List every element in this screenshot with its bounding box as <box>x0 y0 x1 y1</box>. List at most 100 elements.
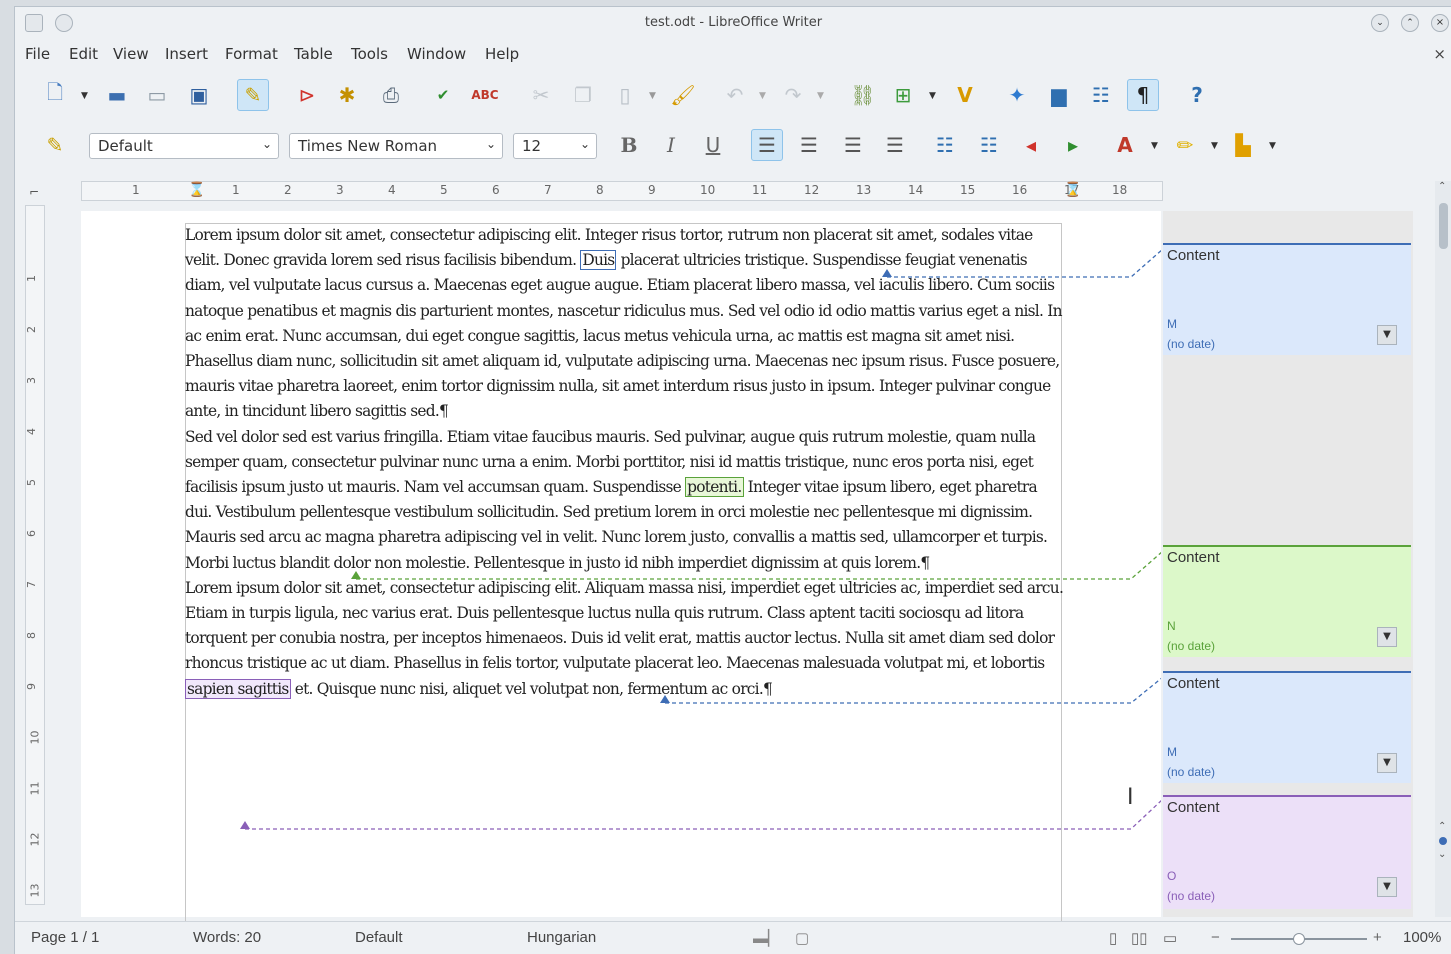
decrease-indent-icon[interactable]: ◂ <box>1015 129 1047 161</box>
background-dropdown-icon[interactable]: ▼ <box>1269 141 1276 151</box>
align-left-icon[interactable]: ☰ <box>751 129 783 161</box>
align-right-icon[interactable]: ☰ <box>837 129 869 161</box>
save-icon[interactable]: ▭ <box>141 79 173 111</box>
navigator-icon[interactable]: ✦ <box>1001 79 1033 111</box>
comment-text[interactable]: Content <box>1167 675 1220 692</box>
bold-icon[interactable]: B <box>613 129 645 161</box>
data-sources-icon[interactable]: ☷ <box>1085 79 1117 111</box>
numbering-icon[interactable]: ☷ <box>929 129 961 161</box>
document-canvas[interactable]: Lorem ipsum dolor sit amet, consectetur … <box>81 211 1161 924</box>
comment-anchor[interactable]: potenti. <box>685 477 744 498</box>
zoom-out-icon[interactable]: − <box>1211 929 1220 946</box>
comment-text[interactable]: Content <box>1167 247 1220 264</box>
paragraph[interactable]: Lorem ipsum dolor sit amet, consectetur … <box>185 223 1065 425</box>
export-icon[interactable]: ▣ <box>183 79 215 111</box>
font-color-icon[interactable]: A <box>1109 129 1141 161</box>
export-pdf-icon[interactable]: ⊳ <box>291 79 323 111</box>
comment-menu-button[interactable]: ▼ <box>1377 325 1397 345</box>
minimize-icon[interactable]: ⌄ <box>1371 14 1389 32</box>
menu-table[interactable]: Table <box>294 45 333 63</box>
zoom-slider[interactable] <box>1231 933 1367 945</box>
language[interactable]: Hungarian <box>527 929 596 946</box>
comment-note[interactable]: Content M (no date) ▼ <box>1163 671 1411 783</box>
table-dropdown-icon[interactable]: ▼ <box>929 91 936 101</box>
paragraph[interactable]: Lorem ipsum dolor sit amet, consectetur … <box>185 576 1065 702</box>
zoom-in-icon[interactable]: + <box>1373 929 1382 946</box>
font-name-combo[interactable]: Times New Roman ⌄ <box>289 133 503 159</box>
edit-mode-icon[interactable]: ✎ <box>237 79 269 111</box>
selection-mode-icon[interactable]: ▢ <box>795 929 809 947</box>
zoom-slider-thumb[interactable] <box>1293 933 1305 945</box>
close-document-icon[interactable]: × <box>1433 45 1446 63</box>
paragraph[interactable]: Sed vel dolor sed est varius fringilla. … <box>185 425 1065 576</box>
menu-format[interactable]: Format <box>225 45 278 63</box>
word-count[interactable]: Words: 20 <box>193 929 261 946</box>
vertical-scrollbar[interactable]: ⌃ ⌃ ⌄ <box>1435 181 1451 917</box>
bullets-icon[interactable]: ☷ <box>973 129 1005 161</box>
new-dropdown-icon[interactable]: ▼ <box>81 91 88 101</box>
scroll-up-icon[interactable]: ⌃ <box>1438 181 1446 192</box>
spellcheck-icon[interactable]: ✔ <box>427 79 459 111</box>
paste-dropdown-icon[interactable]: ▼ <box>649 91 656 101</box>
new-document-icon[interactable]: 🗋 <box>39 79 71 111</box>
insert-table-icon[interactable]: ⊞ <box>887 79 919 111</box>
font-size-combo[interactable]: 12 ⌄ <box>513 133 597 159</box>
justify-icon[interactable]: ☰ <box>879 129 911 161</box>
comment-text[interactable]: Content <box>1167 799 1220 816</box>
menu-file[interactable]: File <box>25 45 50 63</box>
font-color-dropdown-icon[interactable]: ▼ <box>1151 141 1158 151</box>
comment-menu-button[interactable]: ▼ <box>1377 753 1397 773</box>
multi-page-view-icon[interactable]: ▯▯ <box>1131 929 1148 947</box>
show-draw-functions-icon[interactable]: V <box>949 79 981 111</box>
page-style[interactable]: Default <box>355 929 403 946</box>
highlighting-icon[interactable]: ✏ <box>1169 129 1201 161</box>
indent-marker-icon[interactable]: ⌛ <box>188 182 205 198</box>
help-icon[interactable]: ? <box>1181 79 1213 111</box>
clone-formatting-icon[interactable]: 🖌 <box>667 79 699 111</box>
comment-menu-button[interactable]: ▼ <box>1377 877 1397 897</box>
scrollbar-thumb[interactable] <box>1439 203 1448 249</box>
comment-menu-button[interactable]: ▼ <box>1377 627 1397 647</box>
prev-page-icon[interactable]: ⌃ <box>1438 821 1446 832</box>
formatting-marks-icon[interactable]: ¶ <box>1127 79 1159 111</box>
print-direct-icon[interactable]: ✱ <box>331 79 363 111</box>
underline-icon[interactable]: U <box>697 129 729 161</box>
print-preview-icon[interactable]: ⎙ <box>375 79 407 111</box>
maximize-icon[interactable]: ⌃ <box>1401 14 1419 32</box>
highlighting-dropdown-icon[interactable]: ▼ <box>1211 141 1218 151</box>
chevron-down-icon[interactable]: ⌄ <box>486 137 496 151</box>
increase-indent-icon[interactable]: ▸ <box>1057 129 1089 161</box>
menu-edit[interactable]: Edit <box>69 45 98 63</box>
redo-dropdown-icon[interactable]: ▼ <box>817 91 824 101</box>
comment-note[interactable]: Content M (no date) ▼ <box>1163 243 1411 355</box>
single-page-view-icon[interactable]: ▯ <box>1109 929 1117 947</box>
book-view-icon[interactable]: ▭ <box>1163 929 1177 947</box>
open-icon[interactable]: ▬ <box>101 79 133 111</box>
autospell-icon[interactable]: ABC <box>469 79 501 111</box>
menu-tools[interactable]: Tools <box>351 45 388 63</box>
undo-dropdown-icon[interactable]: ▼ <box>759 91 766 101</box>
navigation-icon[interactable] <box>1439 837 1447 845</box>
indent-marker-icon[interactable]: ⌛ <box>1064 182 1081 198</box>
styles-icon[interactable]: ✎ <box>39 129 71 161</box>
copy-icon[interactable]: ❐ <box>567 79 599 111</box>
undo-icon[interactable]: ↶ <box>719 79 751 111</box>
paragraph-style-combo[interactable]: Default ⌄ <box>89 133 279 159</box>
background-color-icon[interactable]: ▙ <box>1227 129 1259 161</box>
menu-window[interactable]: Window <box>407 45 466 63</box>
close-icon[interactable]: × <box>1431 14 1449 32</box>
comment-note[interactable]: Content O (no date) ▼ <box>1163 795 1411 909</box>
paste-icon[interactable]: ▯ <box>609 79 641 111</box>
italic-icon[interactable]: I <box>655 129 687 161</box>
hyperlink-icon[interactable]: ⛓ <box>847 79 879 111</box>
ruler-corner-icon[interactable]: ⌐ <box>29 185 39 199</box>
horizontal-ruler[interactable]: 1 1 2 3 4 5 6 7 8 9 10 11 12 13 14 15 16 17 18 ⌛ ⌛ <box>81 181 1163 201</box>
comment-text[interactable]: Content <box>1167 549 1220 566</box>
redo-icon[interactable]: ↷ <box>777 79 809 111</box>
zoom-level[interactable]: 100% <box>1403 929 1441 946</box>
comment-anchor[interactable]: sapien sagittis <box>185 678 291 699</box>
comment-note[interactable]: Content N (no date) ▼ <box>1163 545 1411 657</box>
comment-anchor[interactable]: Duis <box>580 250 617 271</box>
document-text[interactable]: Lorem ipsum dolor sit amet, consectetur … <box>185 223 1065 702</box>
gallery-icon[interactable]: ▆ <box>1043 79 1075 111</box>
